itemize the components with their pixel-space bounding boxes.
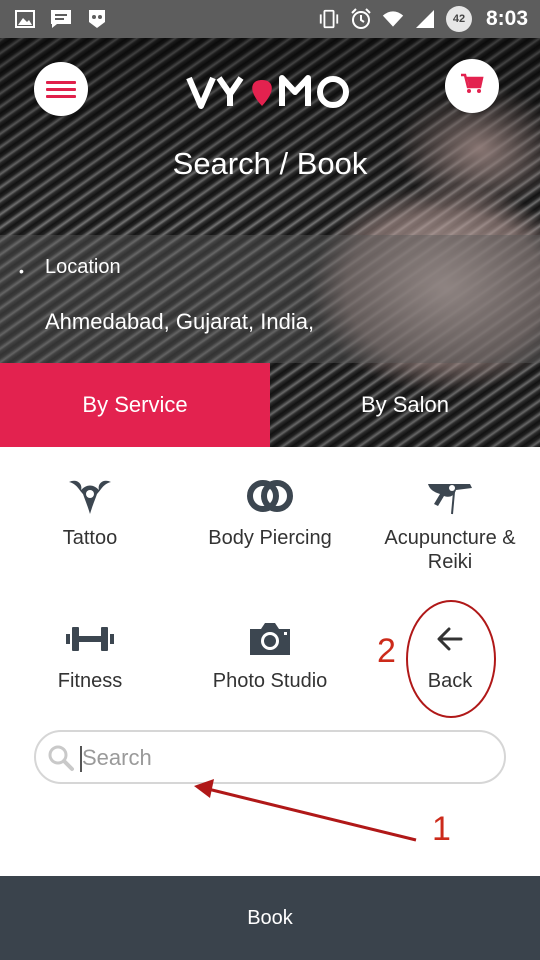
shopping-cart-icon [460, 73, 484, 100]
category-photo-studio[interactable]: Photo Studio [180, 617, 360, 693]
tattoo-icon [0, 474, 180, 518]
alarm-icon [350, 8, 372, 30]
tab-by-salon[interactable]: By Salon [270, 363, 540, 447]
category-acupuncture-reiki[interactable]: Acupuncture & Reiki [360, 474, 540, 574]
category-label: Tattoo [62, 527, 118, 549]
category-label: Acupuncture & Reiki [384, 527, 516, 573]
location-value[interactable]: Ahmedabad, Gujarat, India, [45, 309, 314, 335]
wifi-icon [382, 8, 404, 30]
message-icon [50, 8, 72, 30]
hamburger-menu-icon [46, 77, 76, 102]
battery-icon: 42 [445, 6, 472, 32]
notification-icons [14, 8, 108, 30]
location-label: Location [45, 256, 121, 278]
book-button[interactable]: Book [0, 876, 540, 960]
app-notification-icon [86, 8, 108, 30]
menu-button[interactable] [34, 62, 88, 116]
image-icon [14, 8, 36, 30]
location-bullet: • [19, 263, 24, 279]
category-label: Photo Studio [212, 670, 328, 692]
annotation-label-2: 2 [377, 632, 396, 670]
category-body-piercing[interactable]: Body Piercing [180, 474, 360, 550]
camera-icon [180, 617, 360, 661]
system-icons: 42 8:03 [318, 6, 528, 32]
vibrate-icon [318, 8, 340, 30]
book-button-label: Book [247, 906, 293, 929]
location-band [0, 235, 540, 363]
annotation-circle [406, 600, 496, 718]
hero-banner: Search / Book • Location Ahmedabad, Guja… [0, 38, 540, 447]
battery-level: 42 [452, 13, 466, 25]
body-piercing-icon [180, 474, 360, 518]
annotation-label-1: 1 [432, 810, 451, 848]
category-label: Fitness [57, 670, 123, 692]
clock: 8:03 [485, 7, 528, 30]
status-bar: 42 8:03 [0, 0, 540, 38]
tab-by-service[interactable]: By Service [0, 363, 270, 447]
acupuncture-icon [360, 474, 540, 518]
tab-by-service-label: By Service [82, 392, 188, 417]
tab-by-salon-label: By Salon [360, 392, 450, 417]
cart-button[interactable] [445, 59, 499, 113]
annotation-arrow [194, 779, 417, 842]
category-fitness[interactable]: Fitness [0, 617, 180, 693]
dumbbell-icon [0, 617, 180, 661]
vyomo-logo [185, 68, 355, 114]
page-title: Search / Book [172, 146, 368, 181]
signal-icon [414, 8, 436, 30]
category-label: Body Piercing [208, 527, 332, 549]
search-icon [46, 743, 76, 778]
category-tattoo[interactable]: Tattoo [0, 474, 180, 550]
